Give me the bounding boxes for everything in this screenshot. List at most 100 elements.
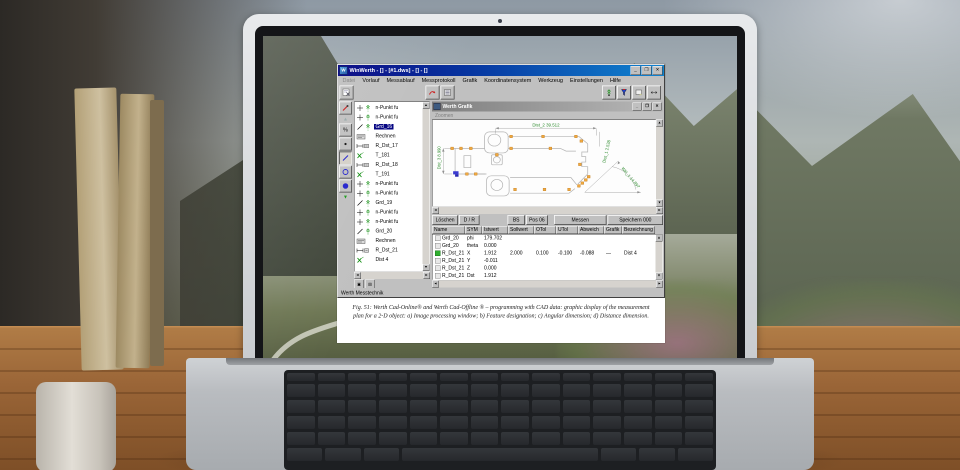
measurement-point[interactable] [548,146,552,150]
checkbox-icon[interactable] [435,235,441,241]
tree-item-n-punkt-fu[interactable]: n-Punkt fu [356,179,423,189]
tree-item-grd-19[interactable]: Grd_19 [356,198,423,208]
checkbox-checked-icon[interactable] [435,250,441,256]
tree-item-rechnen[interactable]: Rechnen [356,132,423,142]
measurement-point[interactable] [579,139,583,143]
tree-horizontal-scrollbar[interactable]: ◄ ► [354,272,430,279]
tree-item-n-punkt-fu[interactable]: n-Punkt fu [356,113,423,123]
chevron-up-icon[interactable]: ▲ [343,117,348,122]
cad-canvas[interactable]: Dist_2 39.512 Dist_3 8.990 Dist_1 2.538 … [432,119,656,207]
measurement-point[interactable] [450,146,454,150]
tree-vertical-scrollbar[interactable]: ▲ ▼ [422,102,430,271]
table-row[interactable]: R_Dst_21 Y -0.011 [433,257,656,265]
table-horizontal-scrollbar[interactable]: ◄ ► [432,280,663,288]
scroll-right-icon[interactable]: ► [423,272,430,279]
tree-item-r-dst-18[interactable]: R_Dst_18 [356,160,423,170]
column-header-sollwert[interactable]: Sollwert [508,226,534,234]
measurement-point[interactable] [509,135,513,138]
speichern-000-button[interactable]: Speichern 000 [607,215,663,225]
tree-tool-button[interactable]: ▤ [365,279,375,289]
tree-item-n-punkt-fu[interactable]: n-Punkt fu [356,103,423,113]
column-header-name[interactable]: Name [432,226,465,234]
menu-item-messprotokoll[interactable]: Messprotokoll [418,77,459,84]
measurement-point[interactable] [509,146,513,150]
tree-item-dist-4[interactable]: Dist 4 [356,255,423,265]
column-header-grafik[interactable]: Grafik [604,226,622,234]
measurement-point[interactable] [474,172,478,176]
width-arrows-icon[interactable] [647,85,661,100]
menu-item-grafik[interactable]: Grafik [459,77,481,84]
measure-red-icon[interactable] [425,85,440,100]
graphics-close-button[interactable]: ✕ [652,102,662,111]
scroll-down-icon[interactable]: ▼ [422,264,430,271]
canvas-horizontal-scrollbar[interactable]: ◄ ► [432,207,663,214]
menu-item-werkzeug[interactable]: Werkzeug [535,77,567,84]
circle-filled-icon[interactable] [339,179,352,193]
table-row[interactable]: R_Dst_21 Z 0.000 [433,265,656,273]
column-header-bezeichnung[interactable]: Bezeichnung [622,226,655,234]
column-header-utol[interactable]: UTol [556,226,578,234]
tree-item-n-punkt-fu[interactable]: n-Punkt fu [356,189,423,199]
tolerance-percent-icon[interactable]: % [339,123,352,137]
measurement-point[interactable] [578,162,582,166]
measurement-point[interactable] [584,178,588,182]
graphics-window-titlebar[interactable]: Werth Grafik _ ❐ ✕ [432,101,663,112]
scroll-down-icon[interactable]: ▼ [655,272,663,280]
d-r-button[interactable]: D / R [459,215,480,225]
checkbox-icon[interactable] [435,243,441,249]
bs-button[interactable]: BS [507,215,525,225]
table-row[interactable]: Grd_20 theta 0.000 [433,242,656,250]
measurement-point[interactable] [459,146,463,150]
graphics-maximize-button[interactable]: ❐ [642,102,652,111]
tree-item-n-punkt-fu[interactable]: n-Punkt fu [356,208,423,218]
menu-item-hilfe[interactable]: Hilfe [606,77,624,84]
table-row[interactable]: R_Dst_21 Dst 1.912 [433,272,656,280]
red-pen-icon[interactable] [339,101,352,115]
measurement-point[interactable] [465,172,469,176]
scroll-up-icon[interactable]: ▲ [656,119,663,127]
menu-item-einstellungen[interactable]: Einstellungen [566,77,606,84]
scroll-left-icon[interactable]: ◄ [432,280,439,288]
scroll-down-icon[interactable]: ▼ [656,199,663,207]
tree-item-n-punkt-fu[interactable]: n-Punkt fu [356,217,423,227]
menu-item-koordinatensystem[interactable]: Koordinatensystem [481,77,535,84]
point-icon[interactable] [339,137,352,151]
column-header-istwert[interactable]: Istwert [482,226,508,234]
table-vertical-scrollbar[interactable]: ▲ ▼ [655,234,663,280]
menu-item-vorlauf[interactable]: Vorlauf [359,77,383,84]
tree-item-rechnen[interactable]: Rechnen [356,236,423,246]
tree-item-grd-16[interactable]: Grd_16 [356,122,423,132]
scroll-left-icon[interactable]: ◄ [354,272,361,279]
probe-funnel-icon[interactable] [617,85,631,100]
column-header-abweich[interactable]: Abweich [578,226,604,234]
graphics-minimize-button[interactable]: _ [632,102,642,111]
checkbox-icon[interactable] [435,265,441,271]
menu-item-zoomen[interactable]: Zoomen [435,113,453,119]
probe-tree-icon[interactable] [602,85,616,100]
cad-hand-icon[interactable] [632,85,646,100]
scroll-up-icon[interactable]: ▲ [655,234,663,242]
circle-outline-icon[interactable] [339,165,352,179]
l-schen-button[interactable]: Löschen [432,215,459,225]
line-icon[interactable] [339,151,352,165]
tree-item-r-dst-17[interactable]: R_Dst_17 [356,141,423,151]
results-table[interactable]: Grd_20 phi 179.702 Grd_20 theta 0.000 R_Dst_21… [432,234,663,280]
canvas-vertical-scrollbar[interactable]: ▲ ▼ [656,119,663,207]
measurement-point[interactable] [542,188,547,191]
measurement-point[interactable] [495,153,499,157]
tree-tool-button[interactable]: ▣ [354,279,364,289]
tree-item-grd-20[interactable]: Grd_20 [356,227,423,237]
checkbox-icon[interactable] [435,273,441,279]
measurement-point[interactable] [513,188,517,191]
tree-item-t-181[interactable]: T_181 [356,151,423,161]
table-row[interactable]: R_Dst_21 X 1.912 2.000 0.100 -0.100 -0.088 — Dis… [433,250,656,258]
chevron-down-icon[interactable]: ▼ [343,195,348,200]
measurement-point[interactable] [580,181,584,185]
measurement-point[interactable] [567,188,571,191]
protocol-list-icon[interactable] [440,85,455,100]
measurement-point[interactable] [587,175,591,179]
scroll-right-icon[interactable]: ► [656,280,663,288]
scroll-up-icon[interactable]: ▲ [422,102,430,109]
measurement-point[interactable] [541,135,545,138]
pos-06-button[interactable]: Pos 06 [525,215,548,225]
